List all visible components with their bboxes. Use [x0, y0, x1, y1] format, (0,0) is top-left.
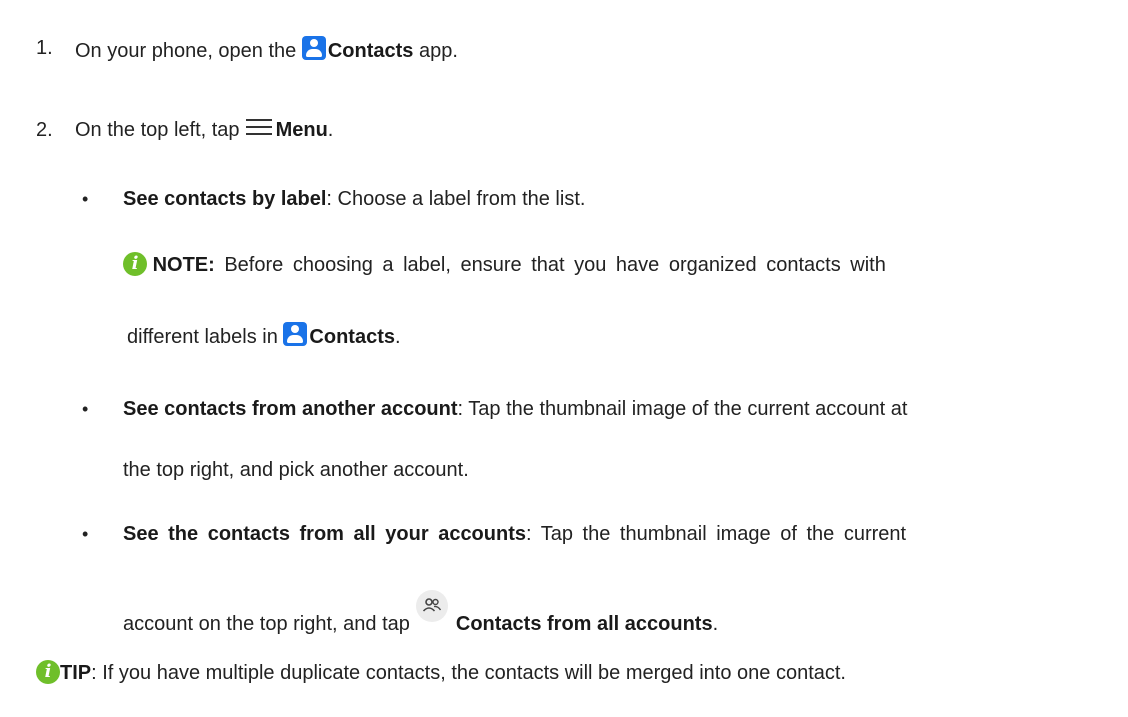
step-2: On the top left, tap Menu.: [75, 118, 333, 142]
bullet-text: : Choose a label from the list.: [326, 188, 586, 210]
bullet-marker: •: [82, 399, 89, 419]
bullet-label: See the contacts from all your accounts:…: [123, 522, 906, 546]
info-icon: i: [123, 252, 147, 276]
step-number: 1.: [36, 37, 53, 59]
contacts-all-accounts-icon: [415, 590, 448, 622]
bullet-text: account on the top right, and tap: [123, 613, 410, 635]
app-name: Contacts: [327, 40, 414, 62]
bullet-title: See contacts by label: [123, 188, 327, 210]
bullet-marker: •: [82, 524, 89, 544]
bullet-text: : Tap the thumbnail image of the current…: [457, 398, 908, 420]
info-icon: i: [36, 660, 60, 684]
step-text-end: .: [327, 119, 334, 141]
contacts-app-icon: [301, 36, 326, 60]
tip-text: : If you have multiple duplicate contact…: [91, 662, 846, 684]
step-text-end: app.: [413, 40, 458, 62]
bullet-title: See the contacts from all your accounts: [123, 523, 526, 545]
note-text: Before choosing a label, ensure that you…: [214, 254, 886, 276]
tip-label: TIP: [60, 662, 92, 684]
step-1: On your phone, open the Contacts app.: [75, 36, 458, 63]
bullet-text-line-2: account on the top right, and tap Contact…: [123, 590, 718, 636]
contacts-app-icon: [283, 322, 308, 346]
action-label: Contacts from all accounts: [455, 613, 713, 635]
bullet-title: See contacts from another account: [123, 398, 458, 420]
tip: i TIP: If you have multiple duplicate con…: [36, 660, 846, 685]
note-text-2: different labels in: [127, 326, 278, 348]
bullet-text-line-2: the top right, and pick another account.: [123, 459, 469, 481]
bullet-marker: •: [82, 189, 89, 209]
bullet-text: : Tap the thumbnail image of the current: [526, 523, 907, 545]
note-end: .: [394, 326, 401, 348]
step-number: 2.: [36, 119, 53, 141]
note: i NOTE: Before choosing a label, ensure …: [123, 252, 886, 277]
menu-icon: [245, 119, 272, 135]
bullet-label: See contacts by label: Choose a label fr…: [123, 187, 585, 211]
step-text: On your phone, open the: [75, 40, 297, 62]
step-text: On the top left, tap: [75, 119, 240, 141]
note-label: NOTE:: [152, 254, 215, 276]
note-line-2: different labels in Contacts.: [127, 322, 401, 349]
bullet-label: See contacts from another account: Tap t…: [123, 397, 907, 421]
app-name: Contacts: [309, 326, 395, 348]
bullet-end: .: [712, 613, 719, 635]
menu-label: Menu: [275, 119, 328, 141]
